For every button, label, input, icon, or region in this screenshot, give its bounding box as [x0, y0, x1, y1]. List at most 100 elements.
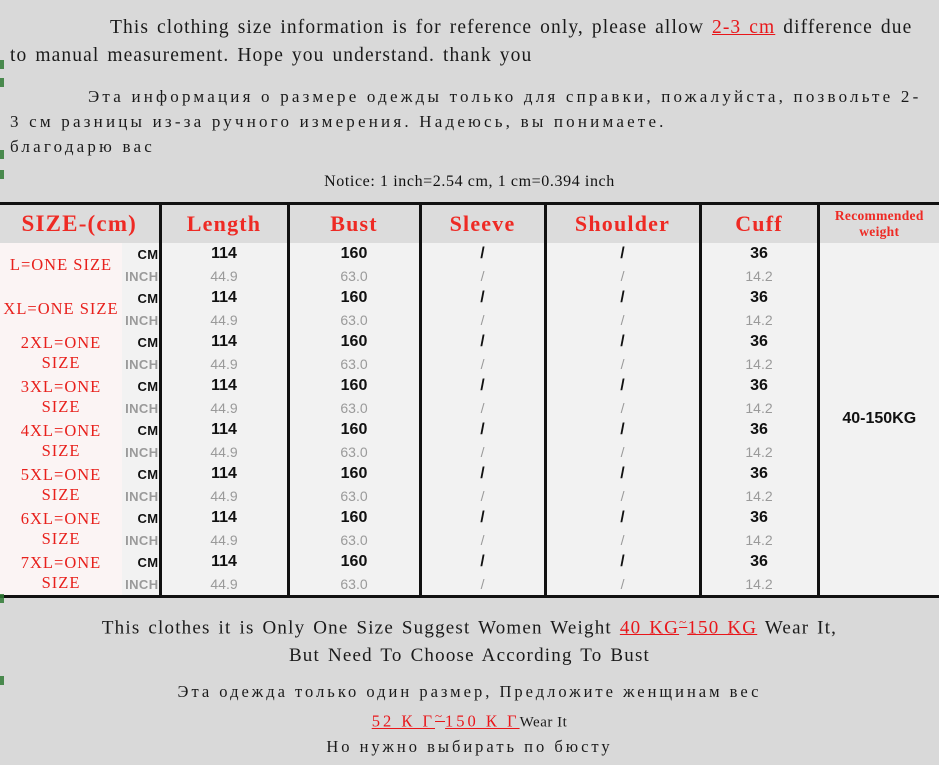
russian-disclaimer-line1: Эта информация о размере одежды только д…: [10, 87, 922, 131]
cell-shoulder-inch: /: [545, 441, 702, 463]
edge-artifact: [0, 170, 4, 179]
table-row: 7XL=ONE SIZE CM 114 160//36: [0, 551, 939, 595]
russian-wear-it: Wear It: [519, 714, 568, 731]
cell-bust-cm: 160: [288, 463, 422, 485]
cell-sleeve-inch: /: [420, 309, 547, 331]
english-advice-part2: Wear It,: [757, 617, 838, 639]
cell-cuff-inch: 14.2: [700, 397, 820, 419]
cell-shoulder-cm: /: [545, 507, 702, 529]
unit-label-cm: CM: [122, 287, 162, 309]
english-advice-line2: But Need To Choose According To Bust: [288, 645, 651, 667]
cell-sleeve-inch: /: [420, 485, 547, 507]
bottom-notice-block: This clothes it is Only One Size Suggest…: [0, 598, 939, 765]
header-size: SIZE-(cm): [0, 205, 162, 243]
header-cuff: Cuff: [700, 205, 820, 243]
cell-sleeve-cm: /: [420, 243, 547, 265]
cell-bust-inch: 63.0: [288, 485, 422, 507]
cell-shoulder-cm: /: [545, 331, 702, 353]
size-table-wrapper: SIZE-(cm) Length Bust Sleeve Shoulder Cu…: [0, 202, 939, 598]
cell-shoulder-inch: /: [545, 265, 702, 287]
edge-artifact: [0, 150, 4, 159]
cell-sleeve-cm: /: [420, 375, 547, 397]
cell-sleeve-cm: /: [420, 419, 547, 441]
cell-length-inch: 44.9: [160, 441, 290, 463]
table-row: INCH 44.9 63.0//14.2: [0, 573, 939, 595]
russian-disclaimer-line2: благодарю вас: [10, 137, 155, 156]
size-label: XL=ONE SIZE: [0, 287, 122, 331]
size-label: 5XL=ONE SIZE: [0, 463, 122, 507]
cell-cuff-cm: 36: [700, 419, 820, 441]
unit-label-inch: INCH: [122, 573, 162, 595]
cell-bust-inch: 63.0: [288, 309, 422, 331]
edge-artifact: [0, 676, 4, 685]
table-header-row: SIZE-(cm) Length Bust Sleeve Shoulder Cu…: [0, 205, 939, 243]
table-row: INCH 44.9 63.0//14.2: [0, 397, 939, 419]
cell-sleeve-inch: /: [420, 265, 547, 287]
english-weight-advice: This clothes it is Only One Size Suggest…: [6, 608, 933, 670]
table-row: INCH 44.9 63.0//14.2: [0, 441, 939, 463]
english-advice-part1: This clothes it is Only One Size Suggest…: [101, 617, 620, 639]
cell-shoulder-inch: /: [545, 309, 702, 331]
size-label: 4XL=ONE SIZE: [0, 419, 122, 463]
table-row: 6XL=ONE SIZE CM 114 160//36: [0, 507, 939, 551]
table-row: INCH 44.9 63.0//14.2: [0, 529, 939, 551]
cell-length-cm: 114: [160, 375, 290, 397]
cell-bust-cm: 160: [288, 375, 422, 397]
header-recommended-weight: Recommended weight: [818, 205, 939, 243]
edge-artifact: [0, 60, 4, 69]
cell-sleeve-inch: /: [420, 529, 547, 551]
cell-shoulder-cm: /: [545, 419, 702, 441]
edge-artifact: [0, 78, 4, 87]
english-disclaimer: This clothing size information is for re…: [6, 14, 933, 70]
cell-cuff-cm: 36: [700, 507, 820, 529]
cell-length-cm: 114: [160, 419, 290, 441]
cell-length-inch: 44.9: [160, 265, 290, 287]
cell-bust-inch: 63.0: [288, 265, 422, 287]
weight-low-highlight: 40 KG: [619, 617, 680, 639]
cell-shoulder-cm: /: [545, 463, 702, 485]
cell-sleeve-cm: /: [420, 463, 547, 485]
cell-length-inch: 44.9: [160, 485, 290, 507]
russian-weight-tilde: ~: [435, 708, 446, 724]
cell-sleeve-cm: /: [420, 507, 547, 529]
cell-cuff-cm: 36: [700, 551, 820, 573]
cell-shoulder-inch: /: [545, 353, 702, 375]
cell-length-inch: 44.9: [160, 353, 290, 375]
russian-weight-high-highlight: 150 К Г: [445, 711, 520, 731]
cell-length-cm: 114: [160, 331, 290, 353]
table-row: L=ONE SIZE CM 114 160//36 40-150KG: [0, 243, 939, 595]
unit-label-inch: INCH: [122, 265, 162, 287]
cell-shoulder-inch: /: [545, 529, 702, 551]
size-chart-table: SIZE-(cm) Length Bust Sleeve Shoulder Cu…: [0, 205, 939, 595]
cell-bust-cm: 160: [288, 243, 422, 265]
header-shoulder: Shoulder: [545, 205, 702, 243]
cell-length-inch: 44.9: [160, 573, 290, 595]
cell-shoulder-cm: /: [545, 287, 702, 309]
cell-bust-inch: 63.0: [288, 529, 422, 551]
cell-sleeve-inch: /: [420, 573, 547, 595]
unit-label-cm: CM: [122, 507, 162, 529]
cell-bust-cm: 160: [288, 331, 422, 353]
cell-bust-inch: 63.0: [288, 397, 422, 419]
cell-cuff-cm: 36: [700, 375, 820, 397]
cell-shoulder-inch: /: [545, 573, 702, 595]
cell-bust-cm: 160: [288, 507, 422, 529]
cell-bust-cm: 160: [288, 551, 422, 573]
cell-length-cm: 114: [160, 507, 290, 529]
cell-cuff-cm: 36: [700, 243, 820, 265]
table-row: INCH 44.9 63.0//14.2: [0, 353, 939, 375]
table-row: 3XL=ONE SIZE CM 114 160//36: [0, 375, 939, 419]
unit-label-cm: CM: [122, 551, 162, 573]
unit-label-inch: INCH: [122, 397, 162, 419]
cell-shoulder-cm: /: [545, 243, 702, 265]
cell-cuff-cm: 36: [700, 463, 820, 485]
cell-cuff-inch: 14.2: [700, 485, 820, 507]
cell-length-inch: 44.9: [160, 309, 290, 331]
cell-shoulder-inch: /: [545, 485, 702, 507]
cell-length-cm: 114: [160, 551, 290, 573]
table-row: INCH 44.9 63.0//14.2: [0, 265, 939, 287]
russian-weight-advice: Эта одежда только один размер, Предложит…: [6, 670, 933, 759]
size-label: 3XL=ONE SIZE: [0, 375, 122, 419]
cell-bust-cm: 160: [288, 287, 422, 309]
unit-label-cm: CM: [122, 375, 162, 397]
